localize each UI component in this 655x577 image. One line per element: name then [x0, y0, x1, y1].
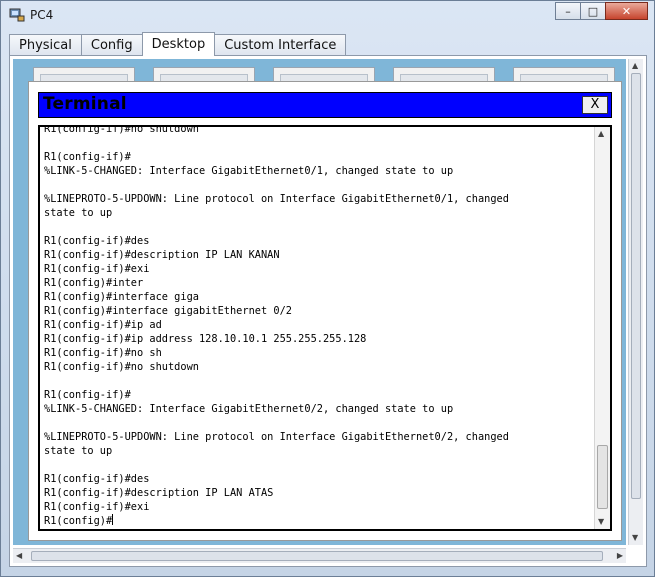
maximize-button[interactable]: □: [580, 2, 606, 20]
close-button[interactable]: ✕: [605, 2, 648, 20]
console-line: R1(config-if)#exi: [44, 263, 150, 275]
console-line: R1(config)#: [44, 514, 114, 527]
title-bar[interactable]: PC4 – □ ✕: [1, 1, 654, 31]
console-line: R1(config-if)#no sh: [44, 347, 162, 359]
right-arrow-icon[interactable]: ▶: [617, 550, 623, 562]
console-line: R1(config)#interface gigabitEthernet 0/2: [44, 305, 292, 317]
up-arrow-icon[interactable]: ▲: [598, 128, 604, 140]
terminal-vertical-scrollbar[interactable]: ▲ ▼: [594, 127, 610, 529]
console-line: R1(config-if)#no shutdown: [44, 361, 199, 373]
console-line: %LINEPROTO-5-UPDOWN: Line protocol on In…: [44, 193, 509, 205]
console-line: R1(config)#inter: [44, 277, 144, 289]
console-line: R1(config)#interface giga: [44, 291, 199, 303]
minimize-button[interactable]: –: [555, 2, 581, 20]
tab-physical[interactable]: Physical: [9, 34, 82, 56]
tab-custom-interface[interactable]: Custom Interface: [214, 34, 347, 56]
down-arrow-icon[interactable]: ▼: [632, 532, 638, 544]
desktop-horizontal-scroll-thumb[interactable]: [31, 551, 603, 561]
terminal-scroll-thumb[interactable]: [597, 445, 608, 509]
tab-desktop[interactable]: Desktop: [141, 32, 216, 56]
desktop-horizontal-scrollbar[interactable]: ◀ ▶: [13, 548, 626, 563]
desktop-vertical-scroll-thumb[interactable]: [631, 73, 641, 499]
console-line: R1(config-if)#des: [44, 235, 150, 247]
console-line: R1(config-if)#description IP LAN ATAS: [44, 487, 274, 499]
text-cursor: [112, 514, 114, 525]
console-line: R1(config-if)#: [44, 151, 131, 163]
console-line: R1(config-if)#ip ad: [44, 319, 162, 331]
down-arrow-icon[interactable]: ▼: [598, 516, 604, 528]
console-line: %LINK-5-CHANGED: Interface GigabitEthern…: [44, 403, 454, 415]
console-line: R1(config-if)#: [44, 389, 131, 401]
console-line: %LINK-5-CHANGED: Interface GigabitEthern…: [44, 165, 454, 177]
tab-config[interactable]: Config: [80, 34, 143, 56]
console-line: %LINEPROTO-5-UPDOWN: Line protocol on In…: [44, 431, 509, 443]
console-line: R1(config-if)#ip address 128.10.10.1 255…: [44, 333, 367, 345]
pc-icon: [9, 8, 25, 22]
window-controls: – □ ✕: [555, 2, 648, 20]
console-line: R1(config-if)#exi: [44, 501, 150, 513]
up-arrow-icon[interactable]: ▲: [632, 60, 638, 72]
console-line: state to up: [44, 207, 113, 219]
console-line: R1(config-if)#no shutdown: [44, 125, 199, 135]
console-output[interactable]: R1(config-if)#no shutdown R1(config-if)#…: [44, 125, 592, 528]
console-line: R1(config-if)#description IP LAN KANAN: [44, 249, 280, 261]
desktop-vertical-scrollbar[interactable]: ▲ ▼: [628, 59, 643, 545]
window-title: PC4: [30, 8, 54, 22]
console-line: state to up: [44, 445, 113, 457]
terminal-console[interactable]: R1(config-if)#no shutdown R1(config-if)#…: [38, 125, 612, 531]
tab-bar: Physical Config Desktop Custom Interface: [9, 32, 347, 56]
terminal-title: Terminal: [43, 94, 127, 114]
terminal-close-button[interactable]: X: [582, 96, 608, 114]
console-line: R1(config-if)#des: [44, 473, 150, 485]
pc4-window: PC4 – □ ✕ Physical Config Desktop Custom…: [0, 0, 655, 577]
terminal-title-bar: Terminal X: [38, 92, 612, 118]
left-arrow-icon[interactable]: ◀: [16, 550, 22, 562]
